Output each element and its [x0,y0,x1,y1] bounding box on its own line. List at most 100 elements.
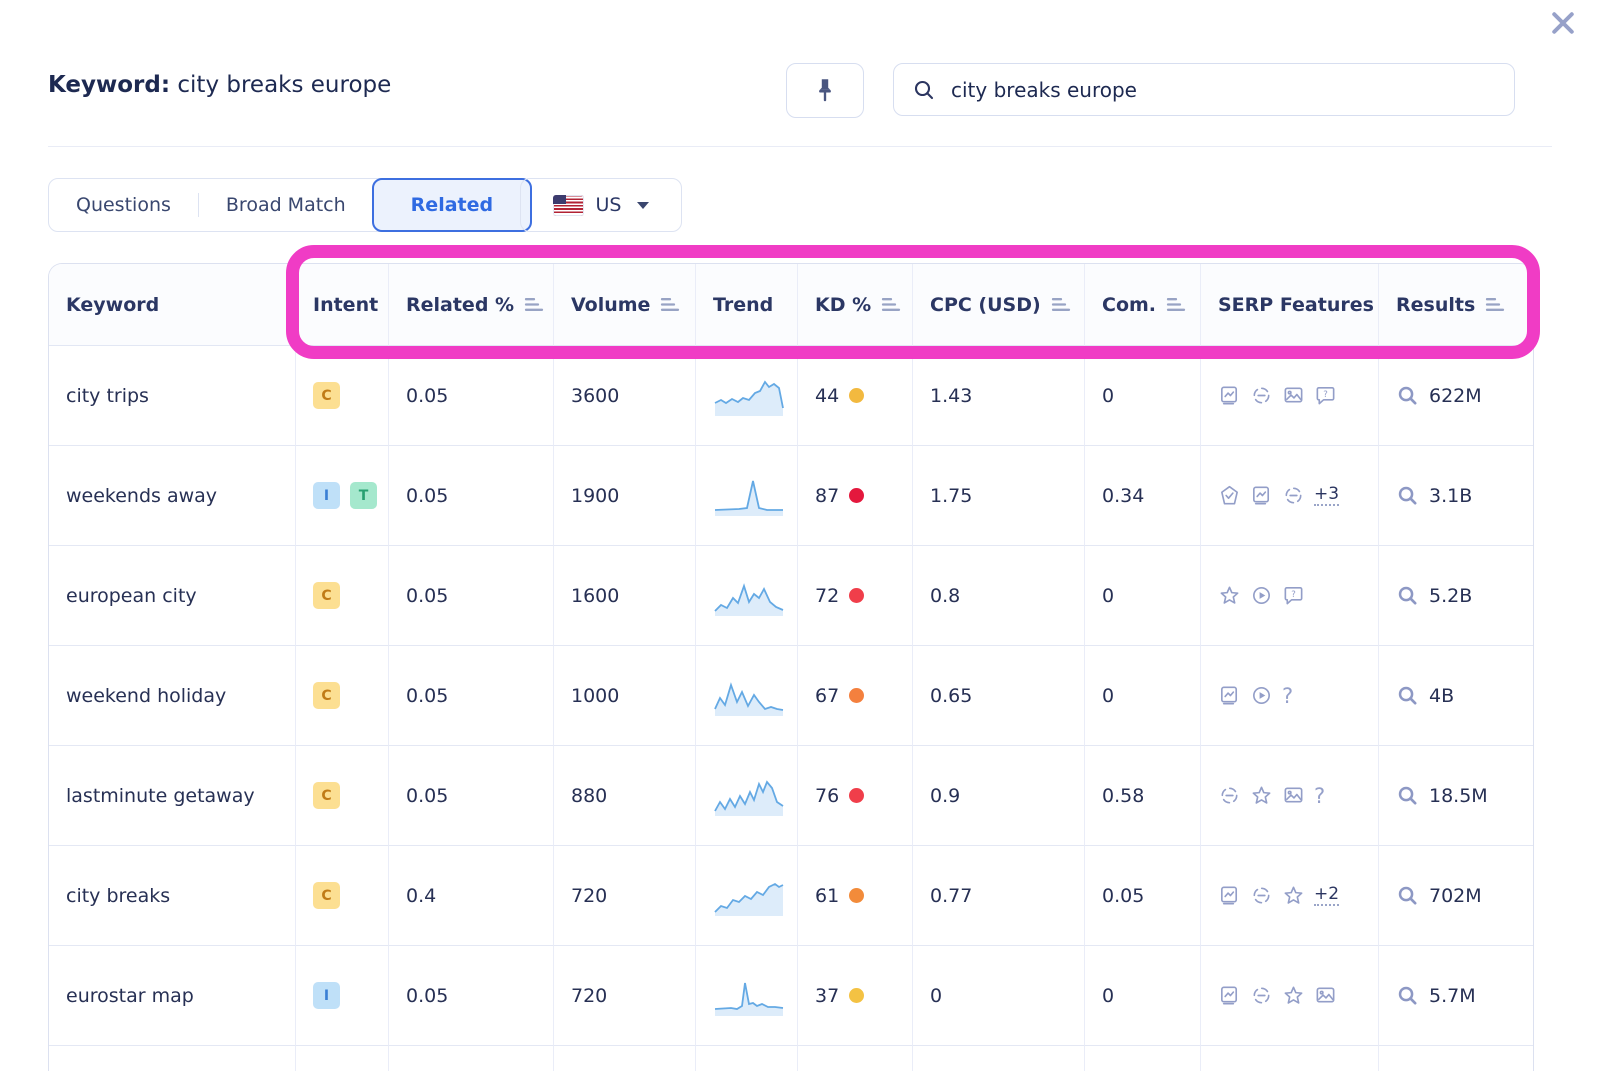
country-label: US [596,194,622,216]
people-also-ask-icon: ? [1282,584,1305,607]
serp-more-features[interactable]: +3 [1314,485,1339,507]
question-mark-icon: ? [1314,784,1325,808]
sort-icon[interactable] [660,297,680,312]
video-icon [1250,684,1273,707]
svg-text:?: ? [1323,390,1328,400]
related-pct-value: 0.05 [389,346,554,446]
keyword-link[interactable]: city breaks [66,885,170,907]
pin-button[interactable] [786,63,864,118]
column-label: CPC (USD) [930,294,1041,316]
column-label: Related % [406,294,514,316]
volume-value: 1600 [554,546,696,646]
keyword-link[interactable]: european city [66,585,197,607]
com-value: 0.58 [1085,746,1201,846]
table-row: eurostar map I 0.05 720 37 0 0 [49,946,1533,1046]
com-value: 0 [1085,946,1201,1046]
keyword-search-input[interactable] [949,77,1496,103]
sitelinks-icon [1218,784,1241,807]
trend-sparkline [713,774,785,818]
column-header-serp-features: SERP Features [1201,264,1379,346]
intent-badge-commercial: C [313,382,340,409]
com-value: 0.05 [1085,846,1201,946]
sort-icon[interactable] [1051,297,1071,312]
volume-value: 3600 [554,346,696,446]
image-pack-icon [1282,784,1305,807]
volume-value: 1000 [554,646,696,746]
results-magnifier-icon [1396,584,1419,607]
column-header-com[interactable]: Com. [1085,264,1201,346]
featured-snippet-icon [1218,384,1241,407]
column-label: Results [1396,294,1475,316]
cpc-value: 0 [913,946,1085,1046]
column-header-results[interactable]: Results [1379,264,1533,346]
com-value: 0 [1085,346,1201,446]
volume-value: 1900 [554,446,696,546]
results-value: 18.5M [1429,785,1488,807]
table-row: city trips C 0.05 3600 44 1.43 0 [49,346,1533,446]
kd-value: 67 [815,685,839,707]
volume-value: 720 [554,846,696,946]
kd-value: 37 [815,985,839,1007]
trend-sparkline [713,874,785,918]
related-keywords-table: Keyword Intent Related % Volume Trend [48,263,1534,1071]
tab-questions[interactable]: Questions [49,179,198,231]
trend-sparkline [713,474,785,518]
column-header-kd[interactable]: KD % [798,264,913,346]
volume-value: 880 [554,746,696,846]
sitelinks-icon [1250,884,1273,907]
column-header-related[interactable]: Related % [389,264,554,346]
keyword-link[interactable]: city trips [66,385,149,407]
page-title: Keyword: city breaks europe [48,72,391,98]
kd-difficulty-dot [849,788,864,803]
close-icon[interactable] [1548,8,1578,38]
kd-value: 72 [815,585,839,607]
chevron-down-icon [637,202,649,209]
sort-icon[interactable] [1166,297,1186,312]
volume-value: 720 [554,946,696,1046]
sort-icon[interactable] [524,297,544,312]
intent-badge-commercial: C [313,582,340,609]
cpc-value: 1.43 [913,346,1085,446]
tab-related[interactable]: Related [372,178,532,232]
com-value: 0 [1085,646,1201,746]
column-header-cpc[interactable]: CPC (USD) [913,264,1085,346]
related-pct-value: 0.05 [389,646,554,746]
us-flag-icon [553,195,584,216]
header-divider [48,146,1552,147]
results-magnifier-icon [1396,384,1419,407]
keyword-link[interactable]: lastminute getaway [66,785,255,807]
sitelinks-icon [1250,984,1273,1007]
match-type-tabs: Questions Broad Match Related [48,178,532,232]
featured-snippet-icon [1218,684,1241,707]
trend-sparkline [713,374,785,418]
sort-icon[interactable] [1485,297,1505,312]
related-pct-value: 0.05 [389,446,554,546]
keyword-link[interactable]: eurostar map [66,985,194,1007]
kd-difficulty-dot [849,488,864,503]
reviews-star-icon [1250,784,1273,807]
sort-icon[interactable] [881,297,901,312]
related-pct-value: 0.05 [389,546,554,646]
keyword-link[interactable]: weekend holiday [66,685,226,707]
reviews-star-icon [1282,984,1305,1007]
cpc-value: 0.8 [913,546,1085,646]
table-row: weekends away I T 0.05 1900 87 1.75 0.34 [49,446,1533,546]
column-header-volume[interactable]: Volume [554,264,696,346]
people-also-ask-icon: ? [1314,384,1337,407]
table-header-row: Keyword Intent Related % Volume Trend [49,264,1533,346]
keyword-link[interactable]: weekends away [66,485,217,507]
column-header-keyword: Keyword [49,264,296,346]
table-row: european city C 0.05 1600 72 0.8 0 [49,546,1533,646]
table-row: weekend holiday C 0.05 1000 67 0.65 0 [49,646,1533,746]
results-magnifier-icon [1396,884,1419,907]
country-selector[interactable]: US [520,178,682,232]
reviews-star-icon [1218,584,1241,607]
kd-value: 87 [815,485,839,507]
serp-more-features[interactable]: +2 [1314,885,1339,907]
featured-snippet-icon [1218,884,1241,907]
tab-broad-match[interactable]: Broad Match [199,179,373,231]
cpc-value: 0.65 [913,646,1085,746]
trend-sparkline [713,974,785,1018]
sitelinks-icon [1250,384,1273,407]
related-pct-value: 0.4 [389,846,554,946]
